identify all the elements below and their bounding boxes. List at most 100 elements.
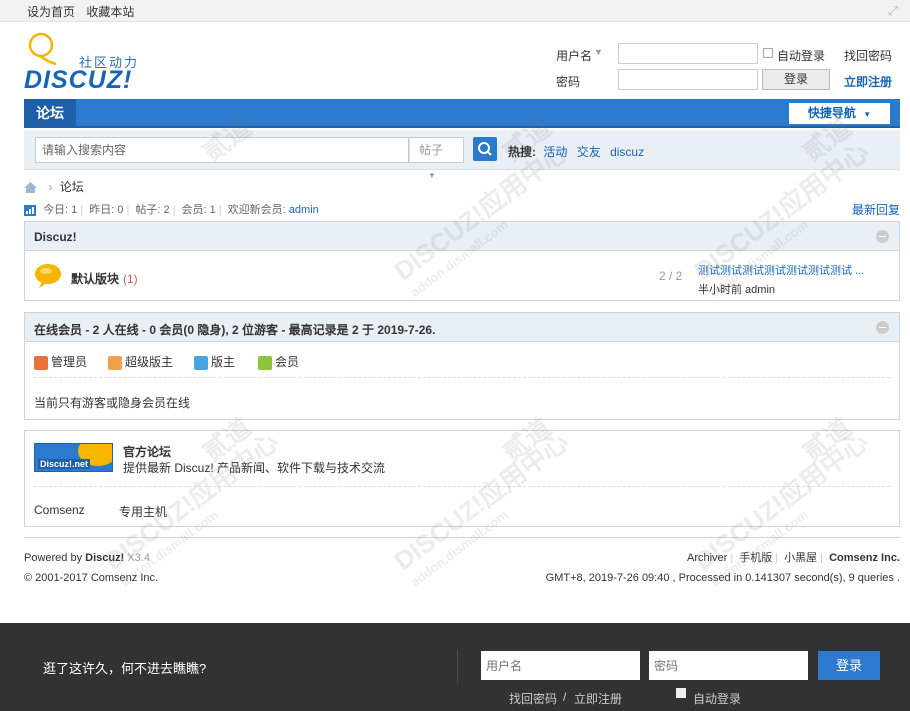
- site-logo[interactable]: 社区动力 DISCUZ!: [24, 32, 144, 94]
- bottom-username-input[interactable]: [481, 651, 640, 680]
- quick-nav-button[interactable]: 快捷导航 ▼: [789, 103, 890, 124]
- online-header: 在线会员 - 2 人在线 - 0 会员(0 隐身), 2 位游客 - 最高记录是…: [25, 313, 899, 342]
- logo-wordmark: DISCUZ!: [24, 66, 133, 94]
- hot-search-label: 热搜:: [508, 145, 536, 159]
- search-bar: 请输入搜索内容 帖子 ▼ 热搜: 活动 交友 discuz: [24, 130, 900, 180]
- set-homepage-link[interactable]: 设为首页: [27, 5, 75, 19]
- legend-label: 版主: [211, 355, 236, 369]
- legend-label: 超级版主: [125, 355, 174, 369]
- bottom-link-separator: /: [563, 690, 567, 704]
- auto-login-label: 自动登录: [777, 49, 826, 63]
- search-icon: [478, 142, 492, 156]
- last-post-title[interactable]: 测试测试测试测试测试测试测试 ...: [698, 262, 864, 278]
- online-title: 在线会员 - 2 人在线 - 0 会员(0 隐身), 2 位游客 - 最高记录是…: [34, 323, 436, 337]
- forum-name-label: 默认版块: [71, 272, 120, 286]
- username-label: 用户名: [556, 49, 593, 63]
- main-nav: 论坛 快捷导航 ▼: [24, 99, 900, 128]
- password-input[interactable]: [618, 69, 758, 90]
- stat-posts: 帖子: 2: [135, 204, 170, 216]
- footer-link-archiver[interactable]: Archiver: [687, 552, 727, 564]
- breadcrumb: › 论坛: [24, 178, 84, 194]
- top-bar: 设为首页 收藏本站 ⤢: [0, 0, 910, 22]
- bottom-find-password-link[interactable]: 找回密码: [509, 690, 557, 707]
- online-note: 当前只有游客或隐身会员在线: [34, 396, 191, 410]
- auto-login-checkbox[interactable]: [763, 48, 773, 58]
- divider: [34, 486, 890, 487]
- collapse-icon[interactable]: [876, 321, 889, 334]
- top-links: 设为首页 收藏本站: [27, 3, 142, 20]
- forum-bubble-icon[interactable]: [34, 263, 62, 289]
- expand-icon[interactable]: ⤢: [888, 3, 898, 19]
- nav-tab-forum[interactable]: 论坛: [24, 99, 76, 128]
- home-icon[interactable]: [24, 182, 37, 194]
- forum-name[interactable]: 默认版块 (1): [71, 270, 138, 287]
- footer-runtime: GMT+8, 2019-7-26 09:40 , Processed in 0.…: [545, 572, 900, 584]
- admin-user-icon: [34, 355, 48, 370]
- hot-search-item[interactable]: discuz: [610, 145, 644, 159]
- powered-by-label: Powered by: [24, 552, 83, 564]
- username-input[interactable]: [618, 43, 758, 64]
- bottom-login-bar: 逛了这许久，何不进去瞧瞧? 登录 找回密码 / 立即注册 自动登录: [0, 623, 910, 711]
- forum-new-count: (1): [123, 272, 138, 286]
- footer-company-link[interactable]: Comsenz Inc.: [829, 552, 900, 564]
- online-members: 在线会员 - 2 人在线 - 0 会员(0 隐身), 2 位游客 - 最高记录是…: [24, 312, 900, 420]
- footer-divider: [24, 537, 900, 538]
- search-type-select[interactable]: 帖子 ▼: [409, 137, 464, 180]
- stat-today: 今日: 1: [43, 204, 78, 216]
- product-link[interactable]: Discuz!: [85, 552, 124, 564]
- bottom-auto-login-checkbox[interactable]: [676, 688, 686, 698]
- bottom-bar-message: 逛了这许久，何不进去瞧瞧?: [43, 661, 207, 676]
- search-button[interactable]: [473, 137, 497, 161]
- collapse-icon[interactable]: [876, 230, 889, 243]
- latest-reply-link[interactable]: 最新回复: [852, 201, 900, 218]
- footer-link-mobile[interactable]: 手机版: [739, 552, 772, 564]
- login-form: 用户名 ▼ 自动登录 找回密码 密码 登录 立即注册: [556, 43, 900, 95]
- stat-yesterday: 昨日: 0: [89, 204, 124, 216]
- member-user-icon: [258, 355, 272, 370]
- legend-member: 会员: [258, 353, 299, 370]
- copyright: © 2001-2017 Comsenz Inc.: [24, 572, 159, 584]
- category-title[interactable]: Discuz!: [34, 230, 77, 244]
- quick-nav-label: 快捷导航: [807, 106, 856, 120]
- register-link[interactable]: 立即注册: [844, 73, 892, 90]
- forum-stats: 今日: 1 | 昨日: 0 | 帖子: 2 | 会员: 1 | 欢迎新会员: admin…: [24, 201, 900, 217]
- hot-search-item[interactable]: 活动: [543, 145, 567, 159]
- product-version: X3.4: [127, 552, 150, 564]
- stats-chart-icon: [24, 204, 36, 216]
- chevron-down-icon: ▼: [428, 171, 436, 180]
- friend-links: Discuz!.net 官方论坛 提供最新 Discuz! 产品新闻、软件下载与…: [24, 430, 900, 527]
- official-forum-desc: 提供最新 Discuz! 产品新闻、软件下载与技术交流: [123, 461, 386, 475]
- official-forum-link[interactable]: 官方论坛: [123, 443, 171, 460]
- search-input[interactable]: 请输入搜索内容: [35, 137, 409, 163]
- bottom-auto-login-label: 自动登录: [693, 692, 742, 706]
- forum-last-post: 测试测试测试测试测试测试测试 ... 半小时前 admin: [698, 262, 864, 297]
- last-post-meta: 半小时前 admin: [698, 284, 776, 296]
- moderator-user-icon: [194, 355, 208, 370]
- hot-search-item[interactable]: 交友: [577, 145, 601, 159]
- legend-admin: 管理员: [34, 353, 87, 370]
- forum-category: Discuz! 默认版块 (1) 2 / 2 测试测试测试测试测试测试测试 ...…: [24, 221, 900, 301]
- new-member-link[interactable]: admin: [289, 204, 319, 216]
- discuz-net-banner[interactable]: Discuz!.net: [34, 443, 113, 472]
- text-link-comsenz[interactable]: Comsenz: [34, 503, 85, 517]
- footer-link-blacklist[interactable]: 小黑屋: [784, 552, 817, 564]
- speech-bubble-icon: [28, 32, 57, 66]
- forum-thread-post-ratio: 2 / 2: [659, 269, 683, 283]
- hot-search: 热搜: 活动 交友 discuz: [508, 143, 650, 160]
- username-dropdown-icon[interactable]: ▼: [594, 47, 603, 57]
- footer-left: Powered by Discuz! X3.4 © 2001-2017 Coms…: [24, 548, 158, 588]
- header: 社区动力 DISCUZ! 用户名 ▼ 自动登录 找回密码 密码 登录 立即注册: [0, 22, 910, 100]
- bookmark-link[interactable]: 收藏本站: [86, 5, 134, 19]
- legend-label: 管理员: [51, 355, 88, 369]
- bottom-password-input[interactable]: [649, 651, 808, 680]
- breadcrumb-current[interactable]: 论坛: [60, 180, 84, 194]
- search-type-label: 帖子: [419, 143, 444, 157]
- login-button[interactable]: 登录: [762, 69, 830, 90]
- forum-row: 默认版块 (1) 2 / 2 测试测试测试测试测试测试测试 ... 半小时前 ad…: [25, 251, 899, 302]
- find-password-link[interactable]: 找回密码: [844, 47, 892, 64]
- bottom-register-link[interactable]: 立即注册: [574, 690, 622, 707]
- bottom-login-button[interactable]: 登录: [818, 651, 880, 680]
- breadcrumb-separator: ›: [48, 180, 53, 194]
- legend-moderator: 版主: [194, 353, 235, 370]
- text-link-hosting[interactable]: 专用主机: [119, 503, 167, 520]
